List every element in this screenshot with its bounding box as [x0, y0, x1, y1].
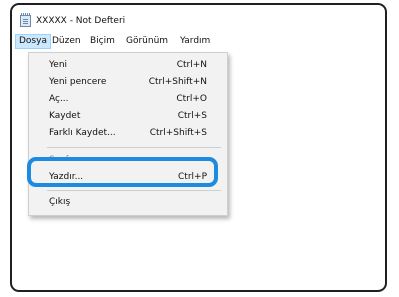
notepad-icon: [20, 13, 31, 27]
menu-item-shortcut: Ctrl+S: [177, 111, 207, 121]
menu-item-open[interactable]: Aç... Ctrl+O: [29, 91, 227, 107]
menu-item-shortcut: Ctrl+N: [176, 60, 207, 70]
menu-bar: Dosya Düzen Biçim Görünüm Yardım: [12, 34, 385, 49]
print-highlight-outline: [27, 157, 218, 187]
menu-format[interactable]: Biçim: [90, 34, 115, 49]
notepad-window: XXXXX - Not Defteri Dosya Düzen Biçim Gö…: [10, 3, 387, 292]
menu-help[interactable]: Yardım: [180, 34, 210, 49]
file-menu-dropdown: Yeni Ctrl+N Yeni pencere Ctrl+Shift+N Aç…: [28, 52, 228, 216]
menu-item-shortcut: Ctrl+O: [176, 94, 207, 104]
menu-edit[interactable]: Düzen: [52, 34, 81, 49]
menu-item-shortcut: Ctrl+Shift+S: [149, 128, 207, 138]
menu-item-label: Yeni pencere: [49, 77, 107, 87]
menu-item-label: Çıkış: [49, 197, 71, 207]
menu-item-new-window[interactable]: Yeni pencere Ctrl+Shift+N: [29, 74, 227, 90]
menu-item-label: Farklı Kaydet...: [49, 128, 116, 138]
window-title: XXXXX - Not Defteri: [36, 16, 126, 26]
menu-item-label: Kaydet: [49, 111, 81, 121]
menu-item-exit[interactable]: Çıkış: [29, 194, 227, 210]
title-bar: XXXXX - Not Defteri: [12, 5, 385, 31]
menu-item-save[interactable]: Kaydet Ctrl+S: [29, 108, 227, 124]
menu-item-label: Yeni: [49, 60, 68, 70]
menu-separator: [47, 190, 221, 191]
menu-item-label: Aç...: [49, 94, 69, 104]
menu-view[interactable]: Görünüm: [126, 34, 168, 49]
menu-item-new[interactable]: Yeni Ctrl+N: [29, 57, 227, 73]
menu-file[interactable]: Dosya: [15, 34, 51, 49]
menu-separator: [47, 147, 221, 148]
menu-item-save-as[interactable]: Farklı Kaydet... Ctrl+Shift+S: [29, 125, 227, 141]
menu-item-shortcut: Ctrl+Shift+N: [148, 77, 207, 87]
